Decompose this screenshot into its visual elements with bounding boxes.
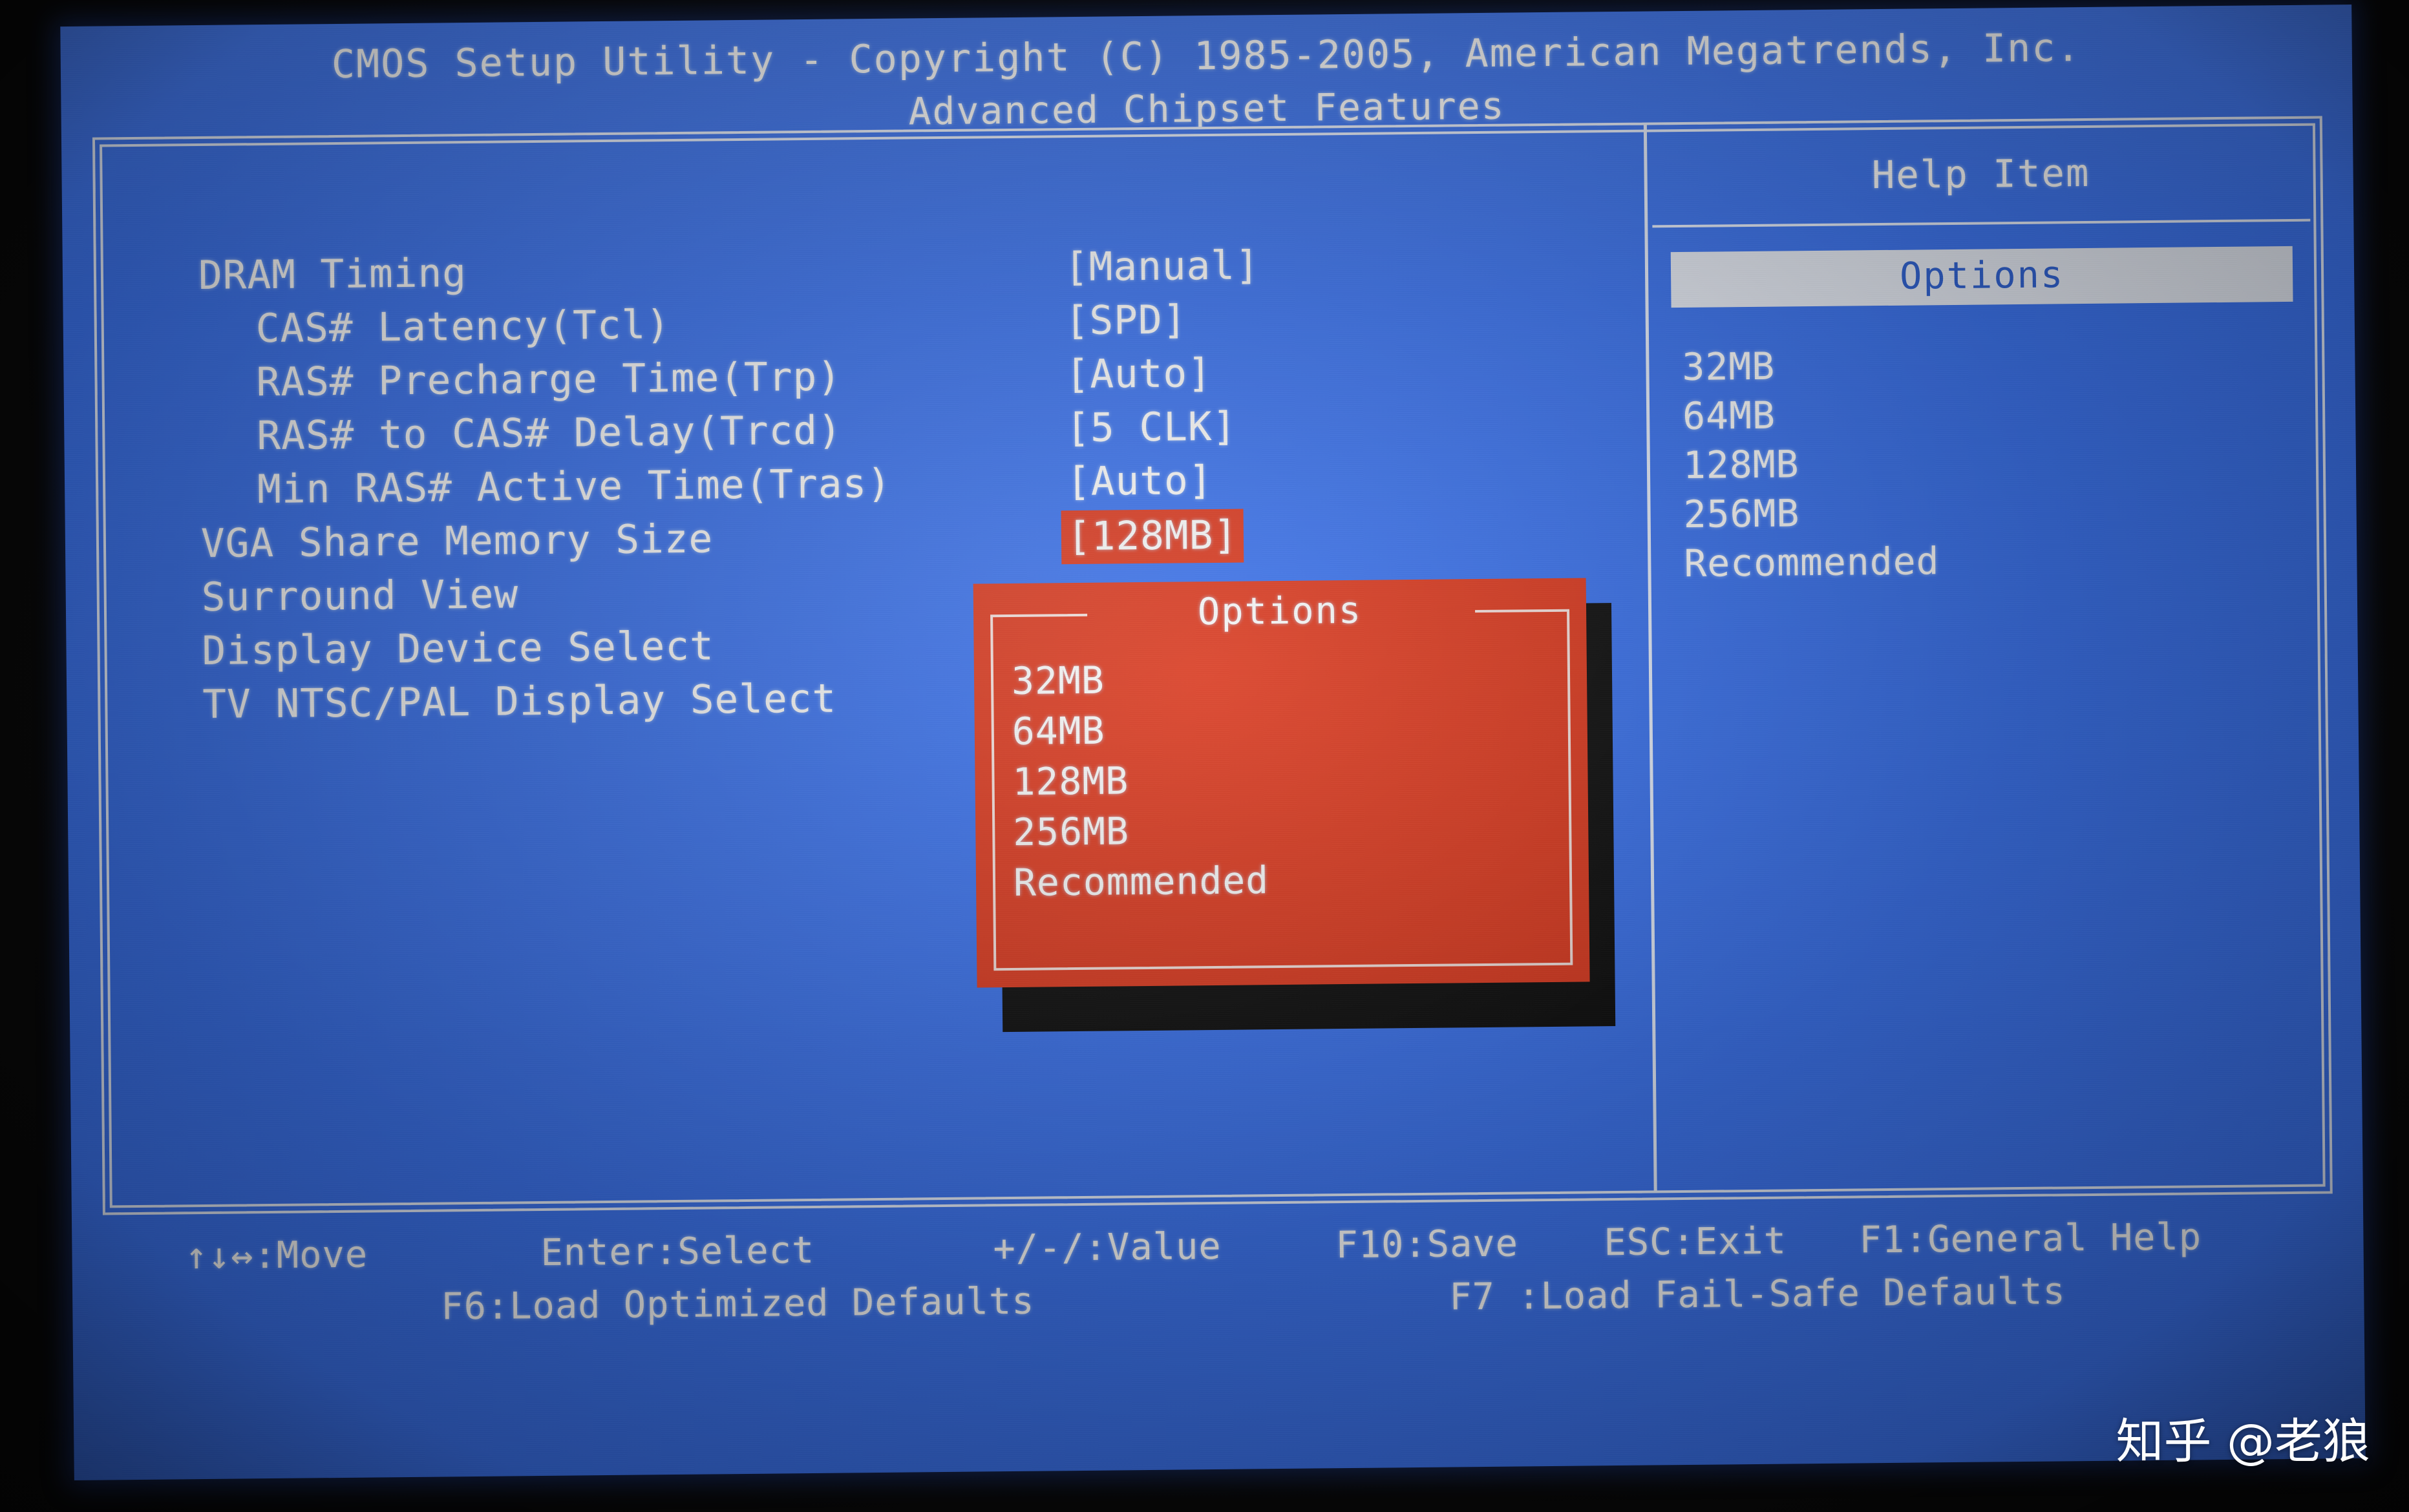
setting-row[interactable]: Surround View (201, 568, 893, 628)
settings-list: DRAM Timing [Manual] CAS# Latency(Tcl) [SPD… (198, 242, 1260, 735)
setting-row[interactable]: RAS# to CAS# Delay(Trcd) [5 CLK] (200, 404, 1237, 467)
key-legend-footer: ↑↓↔:Move Enter:Select +/-/:Value F10:Save ES… (72, 1214, 2364, 1342)
setting-label: VGA Share Memory Size (200, 516, 714, 567)
options-popup-title: Options (1197, 589, 1363, 634)
setting-label: CAS# Latency(Tcl) (255, 302, 671, 352)
setting-label: Surround View (201, 571, 519, 621)
key-hint: +/-/:Value (993, 1224, 1222, 1270)
key-hint: F10:Save (1335, 1222, 1519, 1267)
help-option-item: 128MB (1682, 442, 1799, 487)
key-hint: F7 :Load Fail-Safe Defaults (1449, 1270, 2066, 1319)
help-options-list: 32MB 64MB 128MB 256MB Recommended (1682, 337, 2314, 588)
options-popup-item[interactable]: 128MB (1012, 754, 1268, 807)
setting-value-selected[interactable]: [128MB] (1063, 510, 1242, 563)
help-option-item: 64MB (1682, 393, 1776, 438)
options-popup-item[interactable]: 32MB (1012, 653, 1268, 706)
setting-value[interactable]: [5 CLK] (1066, 404, 1237, 452)
help-panel-separator (1652, 218, 2311, 228)
options-popup-item[interactable]: Recommended (1013, 855, 1269, 908)
help-option-item: 256MB (1683, 491, 1800, 536)
help-item-panel: Help Item Options 32MB 64MB 128MB 256MB Reco… (1651, 125, 2314, 589)
setting-row[interactable]: Min RAS# Active Time(Tras) [Auto] (200, 457, 1213, 521)
help-panel-title: Help Item (1871, 150, 2090, 198)
help-options-band: Options (1670, 246, 2293, 308)
key-hint: ESC:Exit (1604, 1219, 1787, 1265)
options-popup-item[interactable]: 64MB (1012, 704, 1268, 757)
setting-row[interactable]: VGA Share Memory Size [128MB] (200, 510, 1242, 574)
watermark: 知乎 @老狼 (2116, 1414, 2370, 1469)
setting-row[interactable]: DRAM Timing [Manual] (198, 242, 1260, 306)
setting-row[interactable]: Display Device Select (202, 622, 893, 682)
key-hint: F6:Load Optimized Defaults (441, 1279, 1035, 1328)
help-option-item: Recommended (1684, 539, 1940, 585)
setting-label: Min RAS# Active Time(Tras) (257, 460, 892, 513)
setting-value[interactable]: [Auto] (1065, 350, 1212, 397)
key-hint: ↑↓↔:Move (185, 1233, 368, 1278)
options-popup[interactable]: Options 32MB 64MB 128MB 256MB Recommended (973, 578, 1590, 988)
bios-screen: CMOS Setup Utility - Copyright (C) 1985-… (60, 5, 2366, 1480)
key-hint: Enter:Select (540, 1228, 815, 1275)
options-popup-list[interactable]: 32MB 64MB 128MB 256MB Recommended (1012, 653, 1269, 908)
setting-label: RAS# Precharge Time(Trp) (256, 353, 842, 406)
setting-value[interactable]: [SPD] (1065, 297, 1187, 344)
setting-row[interactable]: CAS# Latency(Tcl) [SPD] (198, 297, 1187, 360)
setting-value[interactable]: [Manual] (1065, 242, 1260, 290)
key-hint: F1:General Help (1859, 1215, 2202, 1262)
setting-label: TV NTSC/PAL Display Select (202, 675, 837, 728)
setting-value[interactable]: [Auto] (1067, 457, 1213, 505)
setting-label: RAS# to CAS# Delay(Trcd) (257, 407, 843, 459)
help-option-item: 32MB (1682, 344, 1776, 390)
photograph-background: CMOS Setup Utility - Copyright (C) 1985-… (0, 0, 2409, 1512)
setting-row[interactable]: RAS# Precharge Time(Trp) [Auto] (199, 350, 1212, 414)
setting-row[interactable]: TV NTSC/PAL Display Select (202, 675, 894, 735)
options-popup-item[interactable]: 256MB (1013, 804, 1269, 857)
setting-label: Display Device Select (202, 623, 715, 675)
setting-label: DRAM Timing (198, 250, 467, 299)
